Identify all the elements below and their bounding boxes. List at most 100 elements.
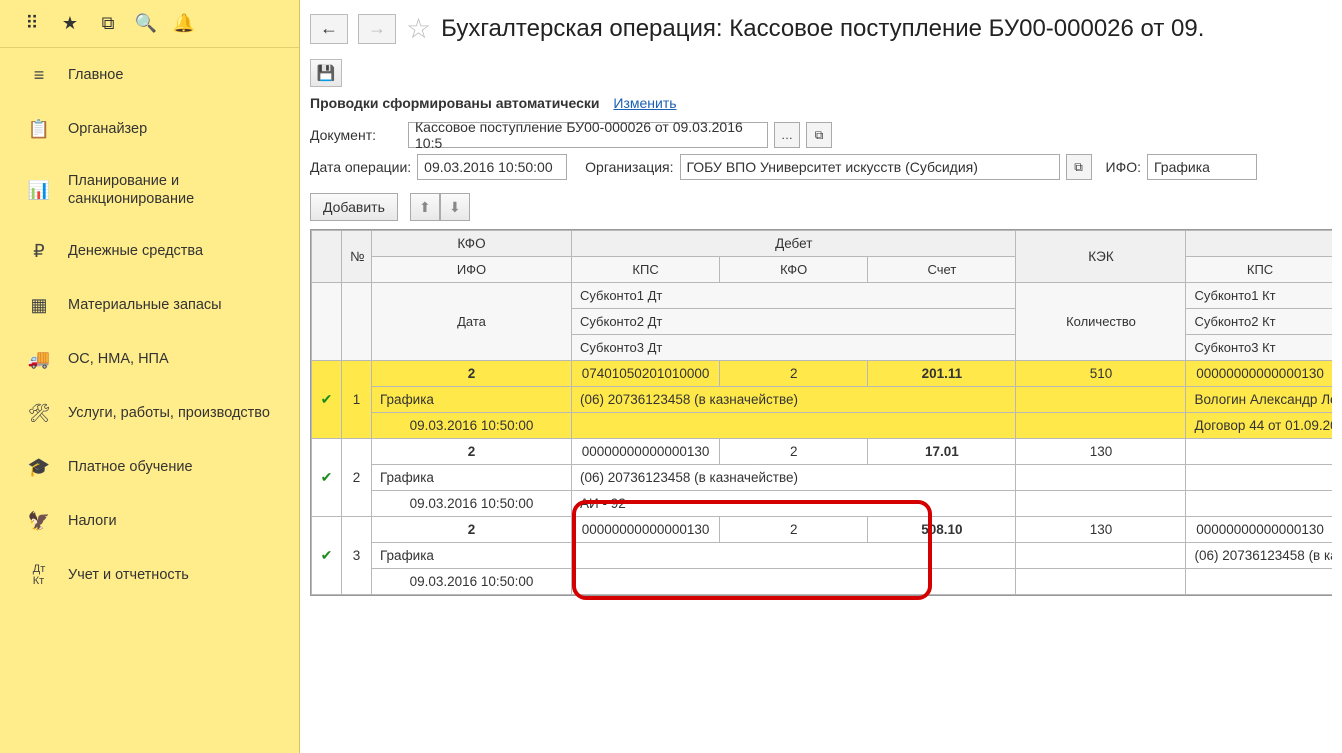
lines-icon: ≡	[28, 64, 50, 86]
table-row[interactable]: 09.03.2016 10:50:00	[312, 569, 1333, 595]
nav-money[interactable]: ₽ Денежные средства	[0, 224, 299, 278]
row-n: 2	[342, 439, 372, 517]
bell-icon[interactable]: 🔔	[174, 14, 194, 34]
table-row[interactable]: 09.03.2016 10:50:00 АИ - 92	[312, 491, 1333, 517]
table-row[interactable]: 09.03.2016 10:50:00 Договор 44 от 01.09.…	[312, 413, 1333, 439]
nav-list: ≡ Главное 📋 Органайзер 📊 Планирование и …	[0, 48, 299, 753]
move-group: ⬆ ⬇	[410, 193, 470, 221]
page-header: ← → ☆ Бухгалтерская операция: Кассовое п…	[300, 0, 1342, 55]
nav-organizer[interactable]: 📋 Органайзер	[0, 102, 299, 156]
nav-reports[interactable]: ДтКт Учет и отчетность	[0, 548, 299, 602]
grid-icon: ▦	[28, 294, 50, 316]
move-down-button[interactable]: ⬇	[440, 193, 470, 221]
org-field[interactable]: ГОБУ ВПО Университет искусств (Субсидия)	[680, 154, 1060, 180]
row-kps2	[1186, 439, 1332, 465]
row-date: 09.03.2016 10:50:00	[372, 413, 572, 439]
row-sub2dt	[572, 569, 1016, 595]
clipboard-icon: 📋	[28, 118, 50, 140]
nav-education[interactable]: 🎓 Платное обучение	[0, 440, 299, 494]
nav-assets[interactable]: 🚚 ОС, НМА, НПА	[0, 332, 299, 386]
row-kps: 07401050201010000	[572, 361, 720, 387]
table-row[interactable]: Графика (06) 20736123458 (в казначействе…	[312, 387, 1333, 413]
doc-open-button[interactable]: ⧉	[806, 122, 832, 148]
col-sub3dt: Субконто3 Дт	[572, 335, 1016, 361]
check-icon: ✔	[312, 361, 342, 439]
save-button[interactable]: 💾	[310, 59, 342, 87]
row-kps2: 00000000000000130	[1186, 361, 1332, 387]
org-label: Организация:	[585, 159, 673, 175]
top-toolbar: ⠿ ★ ⧉ 🔍 🔔	[0, 0, 299, 48]
col-sub1dt: Субконто1 Дт	[572, 283, 1016, 309]
status-line: Проводки сформированы автоматически Изме…	[300, 93, 1342, 119]
ifo-label: ИФО:	[1106, 159, 1142, 175]
form-row-date-org: Дата операции: 09.03.2016 10:50:00 Орган…	[300, 151, 1342, 183]
table-row[interactable]: ✔ 1 2 07401050201010000 2 201.11 510 000…	[312, 361, 1333, 387]
table-row[interactable]: ✔ 3 2 00000000000000130 2 508.10 130 000…	[312, 517, 1333, 543]
row-sub1kt: Вологин Александр Леонидович	[1186, 387, 1332, 413]
clip-icon[interactable]: ⧉	[98, 14, 118, 34]
row-sub1dt: (06) 20736123458 (в казначействе)	[572, 465, 1016, 491]
row-kps: 00000000000000130	[572, 439, 720, 465]
nav-label: Материальные запасы	[68, 296, 222, 314]
graduation-icon: 🎓	[28, 456, 50, 478]
nav-taxes[interactable]: 🦅 Налоги	[0, 494, 299, 548]
col-kek: КЭК	[1016, 231, 1186, 283]
col-qty: Количество	[1016, 283, 1186, 361]
col-kps2: КПС	[1186, 257, 1332, 283]
nav-label: Денежные средства	[68, 242, 203, 260]
ruble-icon: ₽	[28, 240, 50, 262]
nav-label: ОС, НМА, НПА	[68, 350, 169, 368]
balance-icon: ДтКт	[28, 564, 50, 586]
col-date: Дата	[372, 283, 572, 361]
back-button[interactable]: ←	[310, 14, 348, 44]
nav-label: Планирование и санкционирование	[68, 172, 275, 208]
doc-ellipsis-button[interactable]: …	[774, 122, 800, 148]
sidebar: ⠿ ★ ⧉ 🔍 🔔 ≡ Главное 📋 Органайзер 📊 Плани…	[0, 0, 300, 753]
table-row[interactable]: Графика (06) 20736123458 (в казначействе…	[312, 543, 1333, 569]
nav-planning[interactable]: 📊 Планирование и санкционирование	[0, 156, 299, 224]
forward-button[interactable]: →	[358, 14, 396, 44]
row-schet: 508.10	[868, 517, 1016, 543]
org-open-button[interactable]: ⧉	[1066, 154, 1092, 180]
apps-icon[interactable]: ⠿	[22, 14, 42, 34]
row-kfo2: 2	[720, 517, 868, 543]
row-kfo: 2	[372, 517, 572, 543]
row-sub1dt	[572, 543, 1016, 569]
nav-label: Учет и отчетность	[68, 566, 189, 584]
doc-label: Документ:	[310, 127, 376, 143]
search-icon[interactable]: 🔍	[136, 14, 156, 34]
ifo-field[interactable]: Графика	[1147, 154, 1257, 180]
row-kek: 510	[1016, 361, 1186, 387]
row-kfo: 2	[372, 361, 572, 387]
table-row[interactable]: ✔ 2 2 00000000000000130 2 17.01 130	[312, 439, 1333, 465]
entries-grid[interactable]: № КФО Дебет КЭК Кредит ИФО КПС КФО Счет …	[310, 229, 1332, 596]
star-icon[interactable]: ★	[60, 14, 80, 34]
row-kek: 130	[1016, 517, 1186, 543]
row-n: 3	[342, 517, 372, 595]
row-n: 1	[342, 361, 372, 439]
row-kfo2: 2	[720, 439, 868, 465]
add-button[interactable]: Добавить	[310, 193, 398, 221]
date-label: Дата операции:	[310, 159, 411, 175]
nav-label: Органайзер	[68, 120, 147, 138]
row-kek: 130	[1016, 439, 1186, 465]
check-icon: ✔	[312, 517, 342, 595]
nav-services[interactable]: 🛠 Услуги, работы, производство	[0, 386, 299, 440]
status-text: Проводки сформированы автоматически	[310, 95, 600, 111]
row-ifo: Графика	[372, 465, 572, 491]
col-sub2kt: Субконто2 Кт	[1186, 309, 1332, 335]
main-area: ← → ☆ Бухгалтерская операция: Кассовое п…	[300, 0, 1342, 753]
doc-field[interactable]: Кассовое поступление БУ00-000026 от 09.0…	[408, 122, 768, 148]
date-field[interactable]: 09.03.2016 10:50:00	[417, 154, 567, 180]
table-row[interactable]: Графика (06) 20736123458 (в казначействе…	[312, 465, 1333, 491]
move-up-button[interactable]: ⬆	[410, 193, 440, 221]
row-sub1kt	[1186, 465, 1332, 491]
row-date: 09.03.2016 10:50:00	[372, 491, 572, 517]
nav-materials[interactable]: ▦ Материальные запасы	[0, 278, 299, 332]
change-link[interactable]: Изменить	[613, 95, 676, 111]
nav-main[interactable]: ≡ Главное	[0, 48, 299, 102]
action-bar: Добавить ⬆ ⬇	[300, 183, 1342, 229]
row-date: 09.03.2016 10:50:00	[372, 569, 572, 595]
nav-label: Главное	[68, 66, 123, 84]
favorite-star-icon[interactable]: ☆	[406, 12, 431, 45]
